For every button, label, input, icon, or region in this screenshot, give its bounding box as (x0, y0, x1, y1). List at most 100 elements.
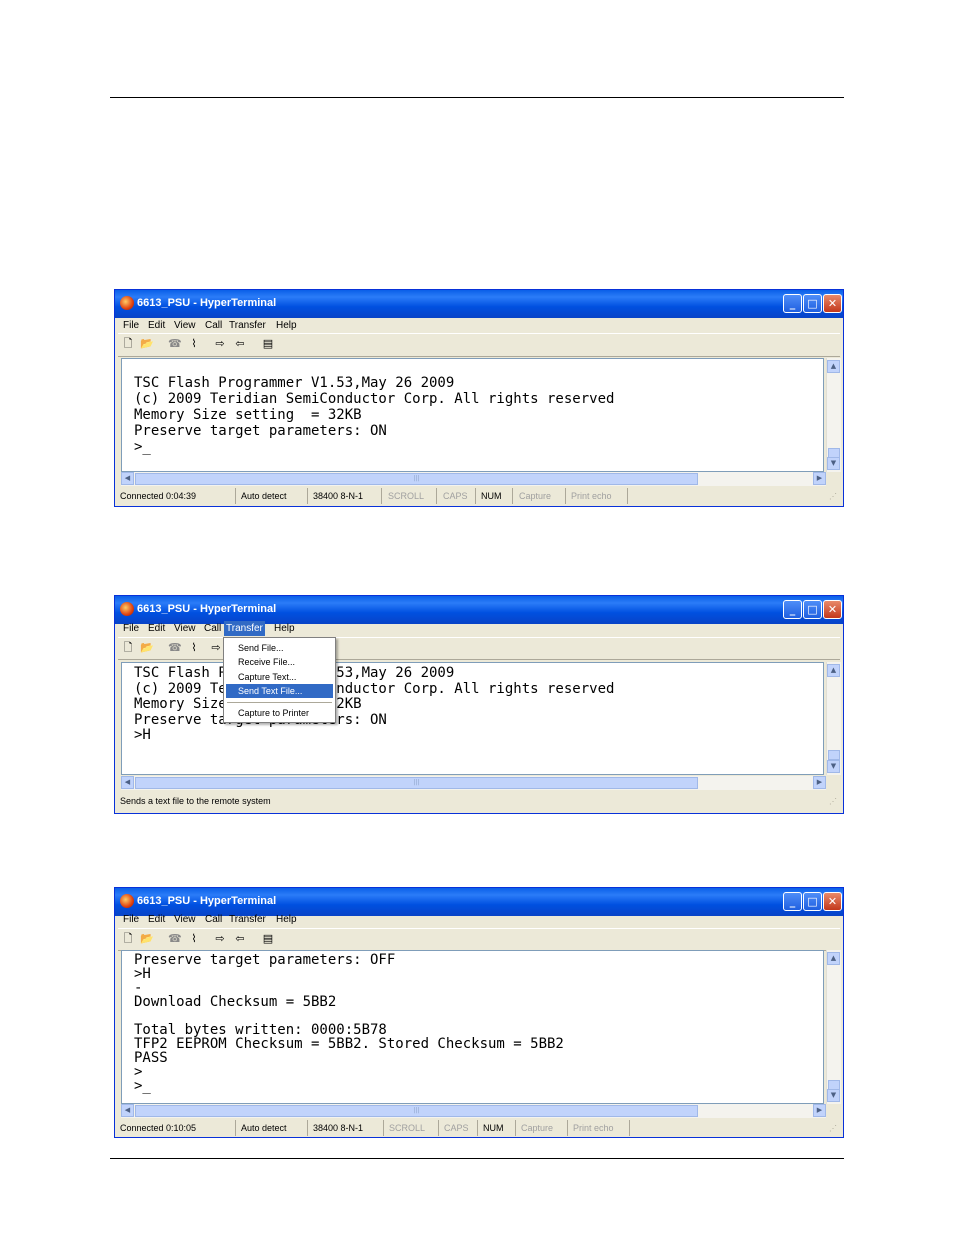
scroll-left-icon[interactable]: ◀ (121, 1104, 134, 1117)
header-rule (110, 97, 844, 98)
transfer-menu: Send File... Receive File... Capture Tex… (223, 637, 336, 723)
horizontal-scrollbar[interactable]: ◀ ||| ▶ (121, 472, 826, 486)
menu-file[interactable]: File (121, 621, 141, 636)
scroll-right-icon[interactable]: ▶ (813, 1104, 826, 1117)
terminal-area[interactable]: Preserve target parameters: OFF >H - Dow… (121, 950, 824, 1104)
menu-send-file[interactable]: Send File... (226, 641, 333, 655)
menu-file[interactable]: File (121, 912, 141, 927)
menu-send-text-file[interactable]: Send Text File... (226, 684, 333, 698)
menu-bar: File Edit View Call Transfer Help (118, 912, 840, 927)
scroll-down-icon[interactable]: ▼ (827, 457, 840, 470)
send-icon[interactable]: ⇨ (210, 642, 222, 654)
hscroll-thumb[interactable]: ||| (135, 777, 698, 789)
window-title: 6613_PSU - HyperTerminal (137, 603, 277, 615)
maximize-button[interactable]: □ (803, 294, 822, 313)
hyperterminal-icon (120, 602, 134, 616)
resize-grip-icon[interactable]: ⋰ (829, 1124, 839, 1134)
phone-icon[interactable]: ☎ (168, 338, 182, 350)
send-icon[interactable]: ⇨ (214, 933, 226, 945)
menu-edit[interactable]: Edit (146, 912, 167, 927)
scroll-up-icon[interactable]: ▲ (827, 360, 840, 373)
menu-edit[interactable]: Edit (146, 621, 167, 636)
hyperterminal-window-2: 6613_PSU - HyperTerminal _ □ ✕ File Edit… (114, 595, 844, 814)
disconnect-icon[interactable]: ⌇ (188, 933, 200, 945)
status-bar: Connected 0:04:39 Auto detect 38400 8-N-… (117, 488, 841, 504)
menu-capture-text[interactable]: Capture Text... (226, 670, 333, 684)
menu-edit[interactable]: Edit (146, 318, 167, 333)
receive-icon[interactable]: ⇦ (234, 338, 246, 350)
resize-grip-icon[interactable]: ⋰ (829, 797, 839, 807)
new-icon[interactable]: 🗋 (122, 338, 134, 350)
close-button[interactable]: ✕ (823, 892, 842, 911)
phone-icon[interactable]: ☎ (168, 642, 182, 654)
open-icon[interactable]: 📂 (140, 642, 154, 654)
hscroll-thumb[interactable]: ||| (135, 1105, 698, 1117)
menu-call[interactable]: Call (203, 912, 224, 927)
close-button[interactable]: ✕ (823, 294, 842, 313)
status-baud: 38400 8-N-1 (310, 1120, 384, 1136)
menu-view[interactable]: View (172, 318, 198, 333)
menu-transfer[interactable]: Transfer (227, 912, 268, 927)
menu-help[interactable]: Help (274, 912, 299, 927)
menu-view[interactable]: View (172, 912, 198, 927)
menu-bar: File Edit View Call Transfer Help (118, 621, 840, 636)
maximize-button[interactable]: □ (803, 892, 822, 911)
status-scroll: SCROLL (385, 488, 437, 504)
menu-file[interactable]: File (121, 318, 141, 333)
horizontal-scrollbar[interactable]: ◀ ||| ▶ (121, 1104, 826, 1118)
status-print-echo: Print echo (570, 1120, 630, 1136)
scroll-right-icon[interactable]: ▶ (813, 776, 826, 789)
terminal-line: >H (134, 727, 151, 743)
title-bar[interactable]: 6613_PSU - HyperTerminal _ □ ✕ (115, 596, 843, 624)
status-caps: CAPS (441, 1120, 478, 1136)
properties-icon[interactable]: ▤ (262, 933, 274, 945)
phone-icon[interactable]: ☎ (168, 933, 182, 945)
new-icon[interactable]: 🗋 (122, 933, 134, 945)
terminal-line: TSC Flash Programmer V1.53,May 26 2009 (134, 375, 455, 391)
vertical-scrollbar[interactable]: ▲ ▼ (826, 358, 841, 472)
menu-call[interactable]: Call (203, 318, 224, 333)
receive-icon[interactable]: ⇦ (234, 933, 246, 945)
open-icon[interactable]: 📂 (140, 338, 154, 350)
scroll-up-icon[interactable]: ▲ (827, 952, 840, 965)
status-caps: CAPS (440, 488, 476, 504)
minimize-button[interactable]: _ (783, 600, 802, 619)
maximize-button[interactable]: □ (803, 600, 822, 619)
vertical-scrollbar[interactable]: ▲ ▼ (826, 950, 841, 1104)
terminal-line: Memory Size setting = 32KB (134, 407, 362, 423)
horizontal-scrollbar[interactable]: ◀ ||| ▶ (121, 776, 826, 790)
menu-view[interactable]: View (172, 621, 198, 636)
minimize-button[interactable]: _ (783, 294, 802, 313)
scroll-thumb[interactable] (828, 750, 840, 760)
scroll-right-icon[interactable]: ▶ (813, 472, 826, 485)
send-icon[interactable]: ⇨ (214, 338, 226, 350)
menu-help[interactable]: Help (274, 318, 299, 333)
disconnect-icon[interactable]: ⌇ (188, 642, 200, 654)
minimize-button[interactable]: _ (783, 892, 802, 911)
scroll-up-icon[interactable]: ▲ (827, 664, 840, 677)
vertical-scrollbar[interactable]: ▲ ▼ (826, 662, 841, 775)
close-button[interactable]: ✕ (823, 600, 842, 619)
menu-capture-to-printer[interactable]: Capture to Printer (226, 706, 333, 720)
menu-transfer[interactable]: Transfer (227, 318, 268, 333)
terminal-area[interactable]: TSC Flash Programmer V1.53,May 26 2009 (… (121, 358, 824, 472)
menu-receive-file[interactable]: Receive File... (226, 655, 333, 669)
title-bar[interactable]: 6613_PSU - HyperTerminal _ □ ✕ (115, 290, 843, 318)
scroll-down-icon[interactable]: ▼ (827, 760, 840, 773)
menu-help[interactable]: Help (272, 621, 297, 636)
menu-call[interactable]: Call (202, 621, 223, 636)
open-icon[interactable]: 📂 (140, 933, 154, 945)
hscroll-thumb[interactable]: ||| (135, 473, 698, 485)
menu-transfer[interactable]: Transfer (224, 621, 265, 636)
properties-icon[interactable]: ▤ (262, 338, 274, 350)
resize-grip-icon[interactable]: ⋰ (829, 492, 839, 502)
scroll-left-icon[interactable]: ◀ (121, 776, 134, 789)
status-num: NUM (478, 488, 513, 504)
scroll-down-icon[interactable]: ▼ (827, 1089, 840, 1102)
scroll-left-icon[interactable]: ◀ (121, 472, 134, 485)
status-print-echo: Print echo (568, 488, 628, 504)
terminal-line: Preserve target parameters: OFF (134, 952, 396, 968)
disconnect-icon[interactable]: ⌇ (188, 338, 200, 350)
terminal-line: >_ (134, 1078, 151, 1094)
new-icon[interactable]: 🗋 (122, 642, 134, 654)
